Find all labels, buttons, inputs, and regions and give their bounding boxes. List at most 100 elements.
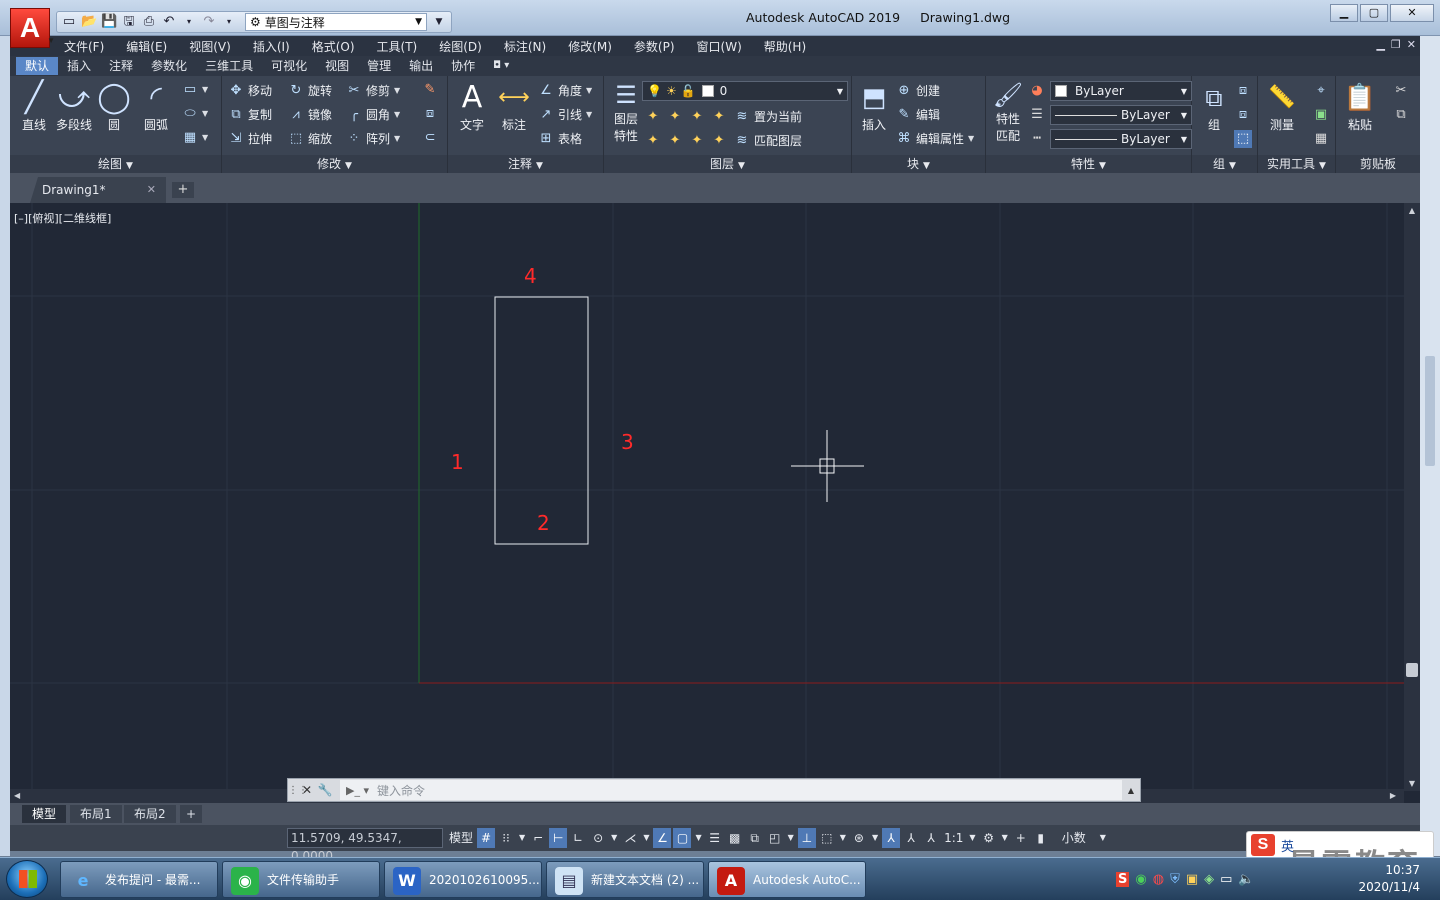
ribbon-options-icon[interactable]: ◘ ▾ <box>484 57 518 75</box>
copy-button[interactable]: ⧉ 复制 <box>228 106 272 123</box>
dynamic-input-icon[interactable]: ⊢ <box>549 828 568 848</box>
fillet-button[interactable]: ╭ 圆角 ▼ <box>346 106 400 123</box>
panel-title-layers[interactable]: 图层 ▼ <box>604 155 851 173</box>
explode-button[interactable]: ⧈ <box>422 106 438 121</box>
close-icon[interactable]: ✕ <box>298 783 316 797</box>
quick-select-icon[interactable]: ⌖ <box>1312 82 1330 100</box>
outer-scrollbar[interactable] <box>1420 36 1440 856</box>
tab-model[interactable]: 模型 <box>22 805 67 823</box>
wrench-icon[interactable]: 🔧 <box>316 783 334 797</box>
drawn-rectangle[interactable] <box>494 296 589 545</box>
security-tray-icon[interactable]: ◍ <box>1153 872 1164 887</box>
outer-scroll-thumb[interactable] <box>1425 356 1435 466</box>
match-layer-button[interactable]: ≋ 匹配图层 <box>734 132 802 149</box>
vertical-scroll-thumb[interactable] <box>1406 663 1418 677</box>
paste-button[interactable]: 📋 粘贴 <box>1340 80 1380 133</box>
units-icon[interactable]: ▮ <box>1032 828 1050 848</box>
redo-icon[interactable]: ↷ <box>201 14 217 30</box>
network-tray-icon[interactable]: ▣ <box>1186 872 1198 887</box>
tab-manage[interactable]: 管理 <box>358 57 400 75</box>
chevron-down-icon[interactable]: ▼ <box>517 828 527 848</box>
menu-file[interactable]: 文件(F) <box>64 38 104 55</box>
tab-parametric[interactable]: 参数化 <box>142 57 196 75</box>
calculator-icon[interactable]: ▦ <box>1312 130 1330 148</box>
start-button[interactable] <box>6 860 48 898</box>
group-select-icon[interactable]: ⬚ <box>1234 130 1252 148</box>
isometric-icon[interactable]: ⋌ <box>621 828 639 848</box>
color-dropdown[interactable]: ByLayer ▼ <box>1050 81 1192 101</box>
chevron-down-icon[interactable]: ▼ <box>609 828 619 848</box>
layer-dropdown[interactable]: 💡 ☀ 🔓 0 ▼ <box>642 81 848 101</box>
doc-minimize-button[interactable]: ▁ <box>1376 38 1384 51</box>
monitor-tray-icon[interactable]: ▭ <box>1220 872 1232 887</box>
selection-filter-icon[interactable]: ⬚ <box>818 828 836 848</box>
tab-layout1[interactable]: 布局1 <box>70 805 122 823</box>
annotation-monitor-icon[interactable]: + <box>1012 828 1030 848</box>
taskbar-item-wechat[interactable]: ◉ 文件传输助手 <box>222 861 380 898</box>
undo-icon[interactable]: ↶ <box>161 14 177 30</box>
menu-insert[interactable]: 插入(I) <box>253 38 290 55</box>
menu-parametric[interactable]: 参数(P) <box>634 38 675 55</box>
customize-qat-icon[interactable]: ▼ <box>431 14 447 30</box>
new-file-icon[interactable]: ▭ <box>61 14 77 30</box>
rotate-button[interactable]: ↻ 旋转 <box>288 82 332 99</box>
hatch-button[interactable]: ⬭ ▼ <box>182 106 208 121</box>
tab-layout2[interactable]: 布局2 <box>124 805 176 823</box>
move-button[interactable]: ✥ 移动 <box>228 82 272 99</box>
nvidia-tray-icon[interactable]: ◈ <box>1204 872 1214 887</box>
ungroup-icon[interactable]: ⧈ <box>1234 82 1252 100</box>
scroll-down-icon[interactable]: ▼ <box>1404 779 1420 788</box>
lineweight-toggle-icon[interactable]: ☰ <box>706 828 724 848</box>
gizmo-icon[interactable]: ⊛ <box>850 828 868 848</box>
tab-visualize[interactable]: 可视化 <box>262 57 316 75</box>
tab-view[interactable]: 视图 <box>316 57 358 75</box>
layer-unlock-icon[interactable]: ✦ <box>710 132 728 150</box>
scroll-up-icon[interactable]: ▲ <box>1404 206 1420 215</box>
snap-toggle-icon[interactable]: ⁝⁝ <box>497 828 515 848</box>
chevron-down-icon[interactable]: ▼ <box>1098 828 1108 848</box>
erase-button[interactable]: ✎ <box>422 82 438 97</box>
leader-button[interactable]: ↗ 引线 ▼ <box>538 106 593 123</box>
layer-properties-button[interactable]: ☰ 图层 特性 <box>606 80 646 144</box>
panel-title-utilities[interactable]: 实用工具 ▼ <box>1258 155 1335 173</box>
scale-button[interactable]: ⬚ 缩放 <box>288 130 332 147</box>
vertical-scrollbar[interactable]: ▲ ▼ <box>1404 203 1420 791</box>
clock[interactable]: 10:37 2020/11/4 <box>1358 862 1420 896</box>
workspace-gear-icon[interactable]: ⚙ <box>980 828 998 848</box>
ortho-icon[interactable]: ∟ <box>569 828 587 848</box>
layer-unisolate-icon[interactable]: ✦ <box>666 132 684 150</box>
angular-button[interactable]: ∠ 角度 ▼ <box>538 82 592 99</box>
tab-default[interactable]: 默认 <box>16 57 59 75</box>
workspace-selector[interactable]: ⚙ 草图与注释 ▼ <box>245 13 427 31</box>
taskbar-item-notepad[interactable]: ▤ 新建文本文档 (2) ... <box>546 861 704 898</box>
polyline-button[interactable]: ⤻ 多段线 <box>54 80 94 133</box>
layer-lock-icon[interactable]: ✦ <box>710 108 728 126</box>
object-snap-tracking-icon[interactable]: ∠ <box>653 828 672 848</box>
panel-title-modify[interactable]: 修改 ▼ <box>222 155 447 173</box>
insert-block-button[interactable]: ⬒ 插入 <box>854 80 894 133</box>
layer-isolate-icon[interactable]: ✦ <box>666 108 684 126</box>
copy-clip-icon[interactable]: ⧉ <box>1392 106 1410 124</box>
close-button[interactable]: ✕ <box>1390 4 1434 22</box>
chevron-down-icon[interactable]: ▼ <box>967 828 977 848</box>
doc-restore-button[interactable]: ❐ <box>1391 38 1401 51</box>
tab-annotate[interactable]: 注释 <box>100 57 142 75</box>
add-layout-button[interactable]: + <box>180 805 203 823</box>
chevron-up-icon[interactable]: ▲ <box>1122 786 1140 795</box>
polar-tracking-icon[interactable]: ⊙ <box>589 828 607 848</box>
menu-window[interactable]: 窗口(W) <box>697 38 742 55</box>
panel-title-properties[interactable]: 特性 ▼ <box>986 155 1191 173</box>
redo-dropdown-icon[interactable]: ▾ <box>221 14 237 30</box>
create-block-button[interactable]: ⊕ 创建 <box>896 82 940 99</box>
chevron-down-icon[interactable]: ▼ <box>641 828 651 848</box>
infer-constraints-icon[interactable]: ⌐ <box>529 828 547 848</box>
group-button[interactable]: ⧉ 组 <box>1194 80 1234 133</box>
panel-title-draw[interactable]: 绘图 ▼ <box>10 155 221 173</box>
arc-button[interactable]: ◜ 圆弧 <box>136 80 176 133</box>
mirror-button[interactable]: ⩘ 镜像 <box>288 106 332 123</box>
panel-title-block[interactable]: 块 ▼ <box>852 155 985 173</box>
layer-off-icon[interactable]: ✦ <box>644 108 662 126</box>
layer-freeze-icon[interactable]: ✦ <box>688 108 706 126</box>
annotation-scale-icon[interactable]: ⅄ <box>922 828 940 848</box>
scroll-right-icon[interactable]: ▶ <box>1390 789 1396 803</box>
